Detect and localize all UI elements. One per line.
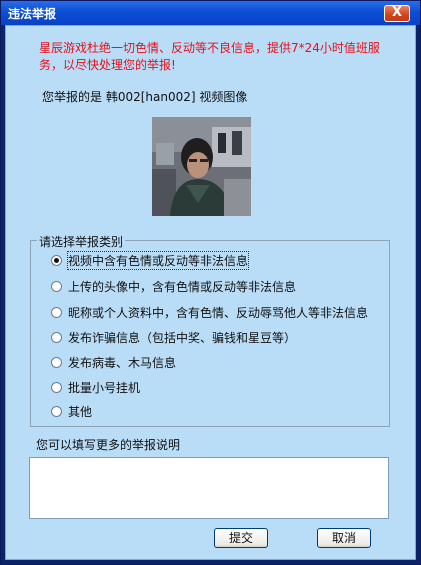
title-bar[interactable]: 违法举报 X <box>1 1 420 25</box>
category-option-label: 发布诈骗信息（包括中奖、骗钱和星豆等） <box>68 330 297 345</box>
radio-icon[interactable] <box>51 356 62 368</box>
category-option-label: 昵称或个人资料中，含有色情、反动辱骂他人等非法信息 <box>68 305 369 320</box>
radio-icon[interactable] <box>51 405 62 417</box>
category-option-label: 批量小号挂机 <box>68 380 141 395</box>
cancel-button[interactable]: 取消 <box>317 528 371 548</box>
radio-icon[interactable] <box>51 280 62 292</box>
reported-video-snapshot <box>152 117 251 216</box>
category-option-illegal-avatar[interactable]: 上传的头像中，含有色情或反动等非法信息 <box>51 277 296 295</box>
reported-target-text: 您举报的是 韩002[han002] 视频图像 <box>42 90 248 104</box>
category-option-illegal-profile[interactable]: 昵称或个人资料中，含有色情、反动辱骂他人等非法信息 <box>51 303 368 321</box>
category-option-other[interactable]: 其他 <box>51 402 92 420</box>
category-group-legend: 请选择举报类别 <box>37 233 126 250</box>
category-option-bulk-accounts[interactable]: 批量小号挂机 <box>51 378 140 396</box>
category-option-virus[interactable]: 发布病毒、木马信息 <box>51 353 176 371</box>
category-option-label: 视频中含有色情或反动等非法信息 <box>66 250 250 270</box>
radio-checked-icon[interactable] <box>51 254 62 266</box>
radio-icon[interactable] <box>51 306 62 318</box>
radio-icon[interactable] <box>51 381 62 393</box>
description-textarea[interactable] <box>29 457 389 519</box>
dialog-body: 星辰游戏杜绝一切色情、反动等不良信息，提供7*24小时值班服务，以尽快处理您的举… <box>5 25 416 560</box>
submit-button[interactable]: 提交 <box>214 528 268 548</box>
description-label: 您可以填写更多的举报说明 <box>36 438 181 452</box>
category-option-label: 其他 <box>68 404 93 419</box>
close-button[interactable]: X <box>384 5 410 22</box>
category-option-illegal-video[interactable]: 视频中含有色情或反动等非法信息 <box>51 250 250 270</box>
report-category-group: 请选择举报类别 视频中含有色情或反动等非法信息 上传的头像中，含有色情或反动等非… <box>30 233 390 427</box>
report-dialog: 违法举报 X 星辰游戏杜绝一切色情、反动等不良信息，提供7*24小时值班服务，以… <box>0 0 421 565</box>
category-option-fraud[interactable]: 发布诈骗信息（包括中奖、骗钱和星豆等） <box>51 328 296 346</box>
radio-icon[interactable] <box>51 331 62 343</box>
category-option-label: 发布病毒、木马信息 <box>68 355 177 370</box>
close-icon: X <box>391 5 403 20</box>
category-option-label: 上传的头像中，含有色情或反动等非法信息 <box>68 279 297 294</box>
service-notice: 星辰游戏杜绝一切色情、反动等不良信息，提供7*24小时值班服务，以尽快处理您的举… <box>39 41 380 72</box>
window-title: 违法举报 <box>8 7 57 21</box>
